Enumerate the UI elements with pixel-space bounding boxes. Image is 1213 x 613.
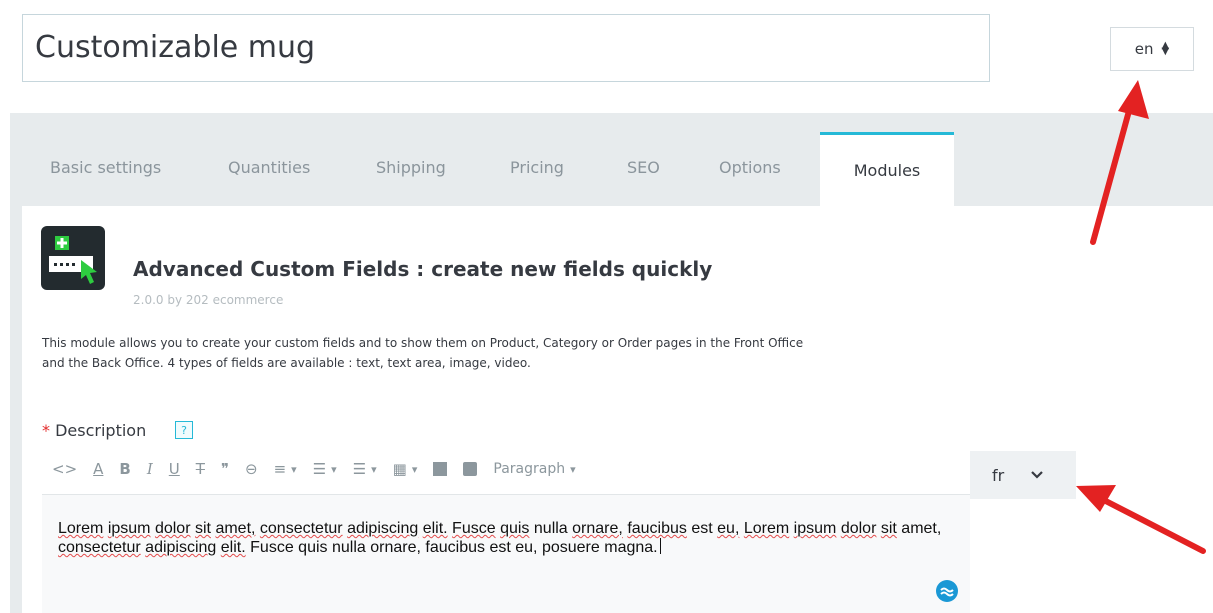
misspelled-word: Lorem	[743, 520, 790, 537]
editor-word: est	[489, 539, 511, 556]
editor-word: Fusce	[250, 539, 294, 556]
misspelled-word: elit.	[220, 539, 246, 556]
misspelled-word: elit.	[422, 520, 448, 537]
format-select[interactable]: Paragraph	[493, 461, 575, 477]
editor-content[interactable]: Lorem ipsum dolor sit amet, consectetur …	[58, 520, 963, 557]
italic-icon[interactable]: I	[147, 460, 153, 478]
misspelled-word: ipsum	[793, 520, 837, 537]
module-version: 2.0.0 by 202 ecommerce	[133, 293, 284, 307]
chevron-down-icon	[1031, 471, 1043, 479]
misspelled-word: quis	[500, 520, 530, 537]
editor-word: nulla	[331, 539, 366, 556]
required-mark: *	[42, 421, 50, 440]
misspelled-word: Fusce	[452, 520, 496, 537]
source-code-icon[interactable]: <>	[52, 460, 77, 478]
tab-modules-label: Modules	[853, 161, 921, 180]
link-icon[interactable]: ⊖	[245, 460, 258, 478]
text-color-icon[interactable]: A	[93, 460, 103, 478]
editor-toolbar: <> A B I U T ❞ ⊖ ≡ ☰ ☰ ▦ Paragraph	[52, 455, 592, 483]
table-icon[interactable]: ▦	[393, 460, 418, 478]
editor-language-select[interactable]: fr	[970, 451, 1076, 499]
misspelled-word: consectetur	[259, 520, 343, 537]
editor-language-value: fr	[992, 465, 1005, 485]
misspelled-word: ornare,	[572, 520, 623, 537]
editor-word: quis	[298, 539, 328, 556]
grammar-check-icon[interactable]	[936, 580, 958, 602]
editor-word: magna.	[604, 539, 658, 556]
editor-word: nulla	[533, 520, 568, 537]
tab-basic-settings[interactable]: Basic settings	[50, 158, 161, 177]
align-icon[interactable]: ≡	[274, 460, 297, 478]
misspelled-word: faucibus	[627, 520, 687, 537]
blockquote-icon[interactable]: ❞	[221, 460, 229, 478]
editor-word: faucibus	[425, 539, 485, 556]
sort-arrows-icon: ▲ ▼	[1161, 40, 1170, 57]
description-editor[interactable]: Lorem ipsum dolor sit amet, consectetur …	[42, 494, 970, 613]
misspelled-word: sit	[880, 520, 897, 537]
help-icon[interactable]: ?	[175, 421, 193, 439]
language-select[interactable]: en ▲ ▼	[1110, 27, 1194, 71]
tab-seo[interactable]: SEO	[627, 158, 660, 177]
tab-options[interactable]: Options	[719, 158, 781, 177]
editor-word: ornare,	[370, 539, 421, 556]
image-icon[interactable]	[433, 462, 448, 476]
tab-shipping[interactable]: Shipping	[376, 158, 446, 177]
language-value: en	[1134, 40, 1154, 58]
tab-modules[interactable]: Modules	[820, 132, 954, 206]
misspelled-word: eu,	[717, 520, 740, 537]
custom-fields-icon	[41, 226, 105, 290]
module-description-line-1: This module allows you to create your cu…	[42, 336, 804, 350]
module-description-line-2: and the Back Office. 4 types of fields a…	[42, 356, 531, 370]
editor-word: amet,	[901, 520, 942, 537]
misspelled-word: Lorem	[58, 520, 104, 537]
text-cursor	[659, 538, 661, 554]
misspelled-word: adipiscing	[145, 539, 217, 556]
module-title: Advanced Custom Fields : create new fiel…	[133, 257, 713, 281]
misspelled-word: adipiscing	[347, 520, 419, 537]
misspelled-word: dolor	[154, 520, 191, 537]
bullet-list-icon[interactable]: ☰	[313, 460, 337, 478]
tab-quantities[interactable]: Quantities	[228, 158, 310, 177]
description-label: * Description	[42, 421, 146, 440]
numbered-list-icon[interactable]: ☰	[353, 460, 377, 478]
misspelled-word: ipsum	[107, 520, 151, 537]
media-icon[interactable]	[463, 462, 478, 476]
misspelled-word: sit	[194, 520, 211, 537]
module-description: This module allows you to create your cu…	[42, 333, 982, 373]
description-label-text: Description	[55, 421, 147, 440]
underline-icon[interactable]: U	[169, 460, 180, 478]
bold-icon[interactable]: B	[119, 460, 130, 478]
misspelled-word: dolor	[840, 520, 877, 537]
tab-pricing[interactable]: Pricing	[510, 158, 564, 177]
strikethrough-icon[interactable]: T	[196, 460, 205, 478]
editor-word: posuere	[541, 539, 600, 556]
misspelled-word: amet,	[215, 520, 256, 537]
product-name-input[interactable]: Customizable mug	[22, 14, 990, 82]
editor-word: eu,	[515, 539, 538, 556]
misspelled-word: consectetur	[58, 539, 141, 556]
editor-word: est	[691, 520, 713, 537]
